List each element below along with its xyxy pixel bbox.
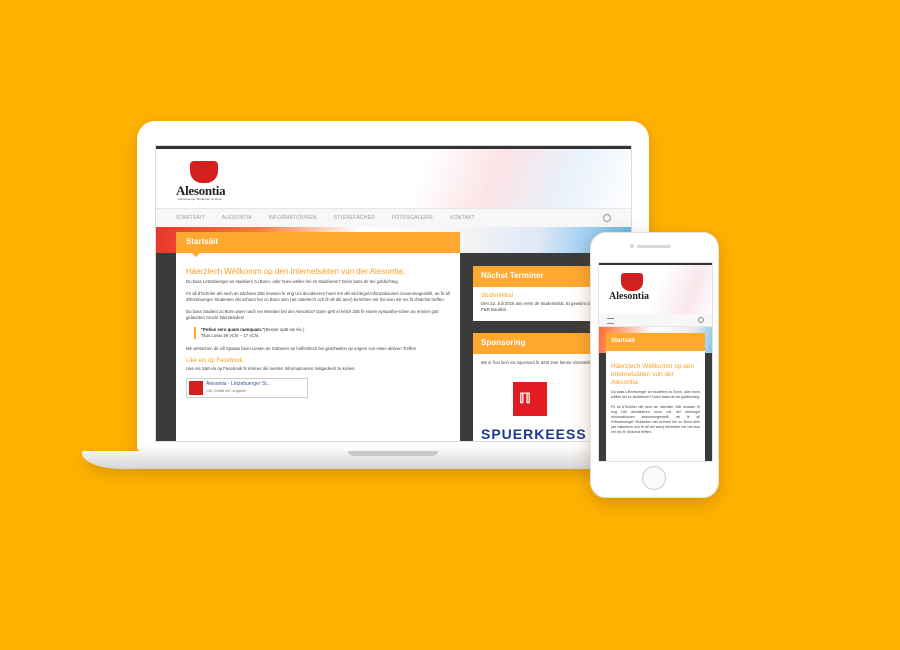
member-paragraph: Du bass Student zu Bonn awer nach net Me…	[186, 309, 439, 320]
phone-lion-crest-icon	[621, 273, 643, 291]
page-title: Startsäit	[186, 237, 219, 246]
phone-page-title: Startsäit	[611, 338, 636, 344]
phone-screen: Alesontia Startsäit Häerzlech Wëllkomm o…	[598, 262, 713, 462]
page-title-bar: Startsäit	[176, 232, 460, 257]
nav-item-fotosgalerie[interactable]: FOTOSGALERIE	[392, 209, 433, 227]
phone-welcome-heading: Häerzlech Wëllkomm op den Internetsäiten…	[611, 363, 695, 386]
main-content: Startsäit Häerzlech Wëllkomm op den Inte…	[176, 232, 460, 441]
quote-text: "Potius sero quam numquam."	[201, 327, 265, 332]
closing-paragraph: Mir wënschen dir vill Spaass beim Liesen…	[186, 346, 418, 351]
quote-translation: (Besser spät als nie.)	[264, 327, 305, 332]
phone-main-content: Startsäit Häerzlech Wëllkomm op den Inte…	[606, 333, 705, 461]
search-icon[interactable]	[603, 214, 611, 222]
phone-speaker	[637, 245, 671, 248]
phone-site-logo[interactable]: Alesontia	[609, 273, 653, 307]
quote-block: "Potius sero quam numquam."(Besser spät …	[194, 327, 450, 339]
title-arrow-icon	[192, 253, 200, 257]
widget-terminer-title: Nächst Terminer	[481, 271, 544, 280]
phone-site-header: Alesontia	[599, 263, 712, 314]
lion-crest-icon	[190, 161, 218, 183]
phone-home-button[interactable]	[642, 466, 666, 490]
quote-source: Titus Livius 59 vChr – 17 vChr.	[201, 333, 260, 338]
spuerkeess-icon: ℿ	[519, 390, 531, 406]
facebook-widget[interactable]: Alesontia - Lëtzebuerger St... 146 „Gefä…	[186, 378, 308, 398]
nav-item-informatiounen[interactable]: INFORMATIOUNEN	[269, 209, 317, 227]
facebook-page-thumbnail	[189, 381, 203, 395]
phone-intro-text: Du bass Lëtzebuerger an studéiers zu Bon…	[611, 390, 700, 399]
phone-search-icon[interactable]	[698, 317, 704, 323]
nav-item-startsait[interactable]: STARTSÄIT	[176, 209, 205, 227]
facebook-likes: 146 „Gefällt mir"-Angaben	[206, 389, 247, 393]
welcome-heading: Häerzlech Wëllkomm op den Internetsäiten…	[186, 267, 405, 276]
site-logo[interactable]: Alesontia Lëtzebuerger Studenten zu Bonn	[176, 161, 234, 201]
facebook-text: Like eis Säit elo op Facebook fir ëmmer …	[186, 366, 356, 371]
phone-device: Alesontia Startsäit Häerzlech Wëllkomm o…	[590, 232, 719, 498]
intro-text: Du bass Lëtzebuerger an studéiers zu Bon…	[186, 279, 399, 284]
nav-item-alesontia[interactable]: ALESONTIA	[222, 209, 252, 227]
main-nav: STARTSÄIT ALESONTIA INFORMATIOUNEN STUDI…	[156, 208, 631, 228]
phone-nav	[599, 314, 712, 327]
info-paragraph: Fir all d'Schüler déi sech an nächster Z…	[186, 291, 450, 302]
phone-logo-text: Alesontia	[609, 291, 649, 302]
widget-sponsoring-title: Sponsoring	[481, 338, 526, 347]
hamburger-menu-icon[interactable]	[607, 318, 614, 324]
nav-item-kontakt[interactable]: KONTAKT	[450, 209, 475, 227]
laptop-notch	[348, 451, 438, 456]
laptop-screen: Alesontia Lëtzebuerger Studenten zu Bonn…	[155, 145, 632, 442]
sponsor-logo[interactable]: ℿ	[513, 382, 547, 416]
nav-item-studiefacher[interactable]: STUDIEFÄCHER	[334, 209, 375, 227]
facebook-page-name[interactable]: Alesontia - Lëtzebuerger St...	[206, 381, 271, 387]
facebook-heading: Like eis op Facebook	[186, 358, 243, 364]
site-header: Alesontia Lëtzebuerger Studenten zu Bonn	[156, 146, 631, 211]
phone-info-paragraph: Fir all d'Schüler déi sech an nächster Z…	[611, 405, 700, 434]
phone-camera-icon	[630, 244, 634, 248]
logo-subtitle: Lëtzebuerger Studenten zu Bonn	[178, 197, 223, 201]
